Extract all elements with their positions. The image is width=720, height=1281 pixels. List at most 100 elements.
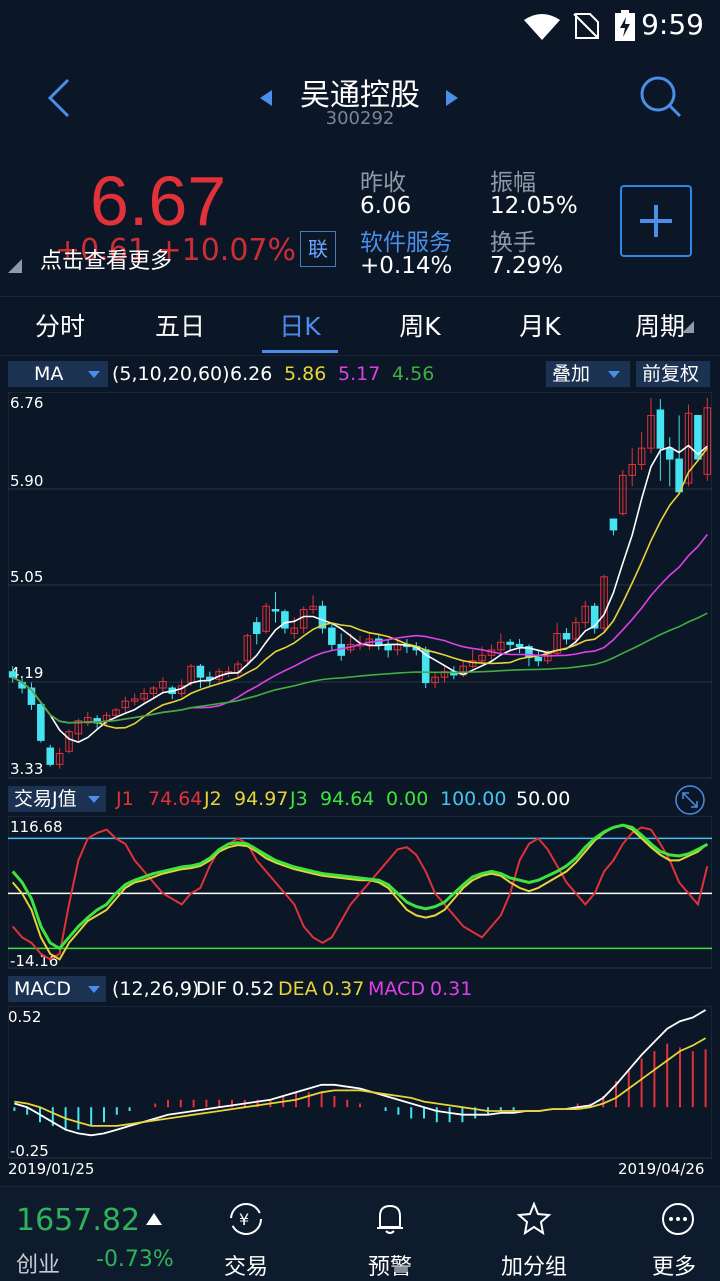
sector-change: +0.14% bbox=[360, 253, 453, 279]
macd-selector[interactable]: MACD bbox=[8, 976, 106, 1002]
j-header: 交易J值 J1 74.64 J2 94.97 J3 94.64 0.00 100… bbox=[8, 784, 712, 816]
prev-close-value: 6.06 bbox=[360, 193, 412, 219]
last-price: 6.67 bbox=[90, 162, 227, 240]
ma5-line bbox=[12, 444, 708, 743]
tab-daily-k[interactable]: 日K bbox=[240, 307, 360, 343]
tab-period[interactable]: 周期 bbox=[600, 307, 720, 343]
amplitude-value: 12.05% bbox=[490, 193, 578, 219]
triangle-up-icon bbox=[146, 1213, 162, 1225]
corner-triangle-icon bbox=[8, 259, 22, 273]
star-icon bbox=[516, 1201, 552, 1236]
wifi-icon bbox=[524, 14, 560, 40]
ma-header: MA (5,10,20,60) 6.26 5.86 5.17 4.56 叠加 前… bbox=[8, 361, 710, 389]
tab-intraday[interactable]: 分时 bbox=[0, 307, 120, 343]
candle-body bbox=[506, 641, 514, 645]
macd-params: (12,26,9) bbox=[112, 978, 200, 1000]
ma10-value: 5.86 bbox=[284, 363, 327, 385]
dea-value: 0.37 bbox=[322, 978, 365, 1000]
dea-label: DEA bbox=[278, 978, 318, 1000]
ma-selector[interactable]: MA bbox=[8, 361, 108, 387]
candle-body bbox=[252, 622, 261, 635]
y-tick-label: 5.90 bbox=[10, 472, 43, 490]
bottom-bar: 1657.82 创业 -0.73% ¥ 交易 预警 加分组 更多 bbox=[0, 1186, 720, 1281]
candle-body bbox=[8, 671, 17, 678]
adjust-button[interactable]: 前复权 bbox=[636, 361, 710, 387]
trade-icon: ¥ bbox=[230, 1203, 262, 1235]
period-dropdown-icon bbox=[682, 321, 694, 333]
tab-five-day[interactable]: 五日 bbox=[120, 307, 240, 343]
status-bar: 9:59 bbox=[0, 0, 720, 52]
j1-label: J1 bbox=[116, 788, 134, 810]
macd-value-label: MACD bbox=[368, 978, 425, 1000]
candle-body bbox=[271, 609, 280, 612]
candle-body bbox=[609, 518, 618, 531]
j2-value: 94.97 bbox=[234, 788, 289, 810]
trade-label: 交易 bbox=[223, 1255, 268, 1280]
ma10-line bbox=[12, 447, 708, 729]
y-tick-label: 0.52 bbox=[8, 1008, 41, 1026]
series-dea-line bbox=[14, 1037, 707, 1127]
j-line-c-value: 50.00 bbox=[516, 788, 571, 810]
view-more-hint[interactable]: 点击查看更多 bbox=[40, 243, 172, 275]
more-button[interactable]: 更多 bbox=[628, 1187, 720, 1281]
overlay-button[interactable]: 叠加 bbox=[546, 361, 630, 387]
candle-body bbox=[281, 611, 289, 629]
ma-params: (5,10,20,60) bbox=[112, 363, 230, 385]
candlestick-chart[interactable]: 6.76 5.90 5.05 4.19 3.33 bbox=[8, 392, 712, 780]
candle-body bbox=[37, 703, 45, 741]
j-label: 交易J值 bbox=[14, 788, 77, 810]
linked-button[interactable]: 联 bbox=[300, 231, 336, 267]
macd-label: MACD bbox=[14, 978, 71, 1000]
j-line-b-value: 100.00 bbox=[440, 788, 507, 810]
quote-panel[interactable]: 6.67 +0.61 +10.07% 点击查看更多 联 昨收 6.06 软件服务… bbox=[0, 145, 720, 293]
tab-weekly-k[interactable]: 周K bbox=[360, 307, 480, 343]
j-line-a-value: 0.00 bbox=[386, 788, 429, 810]
clock: 9:59 bbox=[641, 8, 704, 41]
series-j3-line bbox=[11, 823, 709, 951]
y-tick-label: 116.68 bbox=[10, 818, 63, 836]
ma5-value: 6.26 bbox=[230, 363, 273, 385]
period-tabs: 分时 五日 日K 周K 月K 周期 bbox=[0, 296, 720, 356]
candle-body bbox=[515, 643, 524, 648]
y-tick-label: 5.05 bbox=[10, 568, 43, 586]
svg-text:¥: ¥ bbox=[239, 1210, 249, 1229]
date-start-label: 2019/01/25 bbox=[8, 1160, 94, 1178]
macd-value: 0.31 bbox=[430, 978, 473, 1000]
ma20-value: 5.17 bbox=[338, 363, 381, 385]
prev-close-label: 昨收 bbox=[360, 170, 406, 196]
add-watchlist-button[interactable] bbox=[620, 185, 692, 257]
j3-value: 94.64 bbox=[320, 788, 375, 810]
y-tick-label: 3.33 bbox=[10, 760, 43, 778]
candle-body bbox=[656, 409, 665, 449]
chevron-down-icon bbox=[88, 986, 100, 993]
index-ticker[interactable]: 1657.82 创业 -0.73% bbox=[0, 1187, 200, 1281]
no-sim-icon bbox=[573, 13, 599, 39]
y-tick-label: 6.76 bbox=[10, 394, 43, 412]
y-tick-label: -0.25 bbox=[10, 1142, 49, 1160]
ma-label: MA bbox=[34, 363, 64, 385]
tab-monthly-k[interactable]: 月K bbox=[480, 307, 600, 343]
candle-body bbox=[665, 447, 674, 460]
chevron-down-icon bbox=[88, 371, 100, 378]
expand-icon[interactable] bbox=[674, 784, 706, 816]
search-icon[interactable] bbox=[636, 72, 686, 122]
sector-link[interactable]: 软件服务 bbox=[360, 223, 452, 257]
next-stock-icon[interactable] bbox=[444, 88, 460, 108]
candle-body bbox=[534, 657, 543, 662]
index-change: -0.73% bbox=[96, 1247, 174, 1272]
macd-chart[interactable]: 0.52 -0.25 2019/01/25 2019/04/26 bbox=[8, 1006, 712, 1180]
trade-button[interactable]: ¥ 交易 bbox=[196, 1187, 296, 1281]
add-group-button[interactable]: 加分组 bbox=[484, 1187, 584, 1281]
bell-icon bbox=[377, 1204, 403, 1234]
date-end-label: 2019/04/26 bbox=[618, 1160, 704, 1178]
index-name: 创业 bbox=[16, 1253, 61, 1278]
j-selector[interactable]: 交易J值 bbox=[8, 786, 106, 812]
overlay-label: 叠加 bbox=[552, 363, 591, 385]
more-label: 更多 bbox=[651, 1255, 696, 1280]
plus-icon bbox=[640, 205, 672, 237]
chevron-down-icon bbox=[88, 796, 100, 803]
j1-value: 74.64 bbox=[148, 788, 203, 810]
macd-header: MACD (12,26,9) DIF 0.52 DEA 0.37 MACD 0.… bbox=[8, 976, 712, 1004]
alert-button[interactable]: 预警 bbox=[340, 1187, 440, 1281]
j-value-chart[interactable]: 116.68 -14.16 bbox=[8, 816, 712, 970]
